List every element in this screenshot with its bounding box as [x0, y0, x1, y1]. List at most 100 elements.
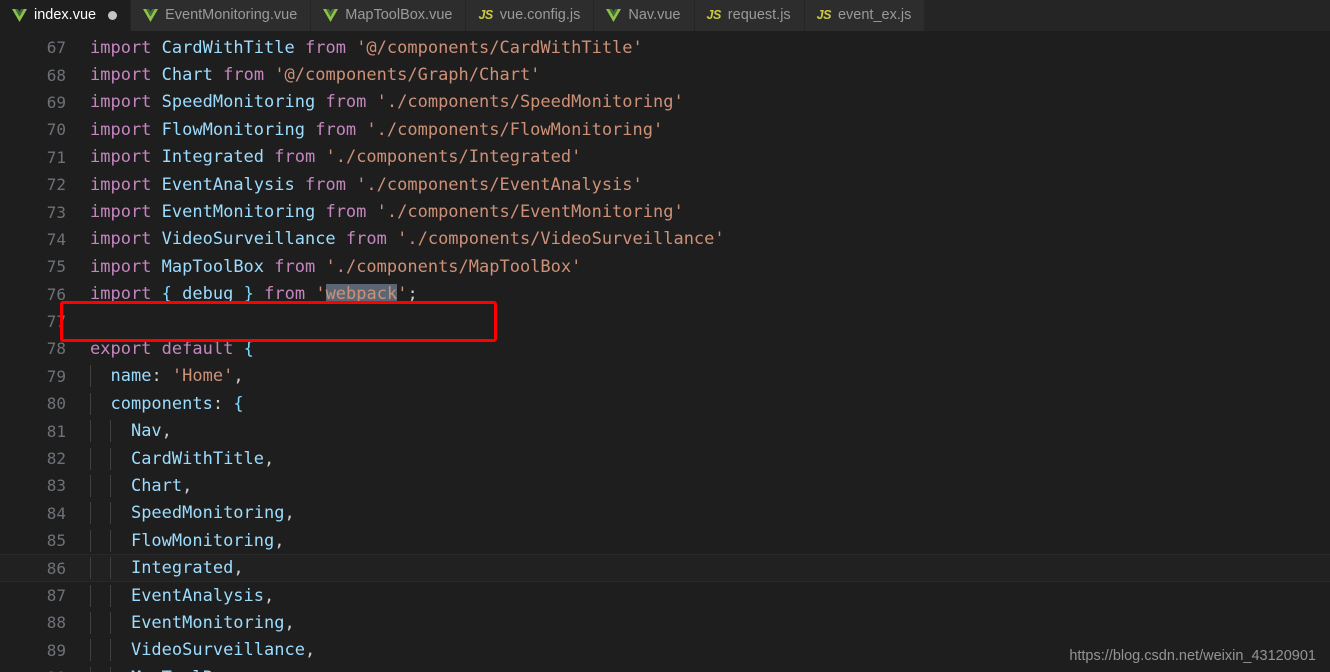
- vue-file-icon: [606, 9, 622, 22]
- code-line[interactable]: 71 import Integrated from './components/I…: [0, 144, 1330, 171]
- line-number: 72: [46, 175, 66, 195]
- indent-guide: [110, 584, 112, 607]
- code-editor-window: index.vue EventMonitoring.vue MapToolBox.v…: [0, 0, 1330, 672]
- indent-guide: [110, 611, 112, 634]
- code-line[interactable]: 84 SpeedMonitoring,: [0, 500, 1330, 527]
- editor-pane[interactable]: 67 import CardWithTitle from '@/component…: [0, 31, 1330, 672]
- line-number: 83: [46, 476, 66, 496]
- tab-eventmonitoring-vue[interactable]: EventMonitoring.vue: [131, 0, 312, 31]
- indent-guide: [110, 639, 112, 662]
- code-line[interactable]: 83 Chart,: [0, 472, 1330, 499]
- indent-guide: [90, 420, 91, 443]
- tab-label: vue.config.js: [499, 7, 581, 24]
- code-line-text: import Chart from '@/components/Graph/Ch…: [90, 65, 541, 86]
- line-number: 69: [46, 92, 66, 112]
- code-line-text: export default {: [90, 338, 254, 359]
- line-number: 75: [46, 257, 66, 277]
- indent-guide: [110, 502, 112, 525]
- code-line[interactable]: 79 name: 'Home',: [0, 363, 1330, 390]
- watermark-text: https://blog.csdn.net/weixin_43120901: [1069, 648, 1316, 664]
- indent-guide: [90, 639, 91, 662]
- code-line-text: Chart,: [80, 474, 1330, 497]
- code-line-text: import SpeedMonitoring from './component…: [90, 92, 684, 113]
- code-line-text: EventMonitoring,: [80, 611, 1330, 634]
- js-file-icon: JS: [478, 8, 493, 23]
- code-line[interactable]: 77: [0, 308, 1330, 335]
- code-line-text: Nav,: [80, 420, 1330, 443]
- code-line-text: EventAnalysis,: [80, 584, 1330, 607]
- code-line-text: CardWithTitle,: [80, 447, 1330, 470]
- indent-guide: [90, 392, 91, 415]
- indent-guide: [90, 557, 91, 580]
- line-number: 68: [46, 65, 66, 85]
- line-number: 88: [46, 613, 66, 633]
- tab-request-js[interactable]: JS request.js: [694, 0, 805, 31]
- code-line[interactable]: 67 import CardWithTitle from '@/component…: [0, 34, 1330, 61]
- code-line[interactable]: 78 export default {: [0, 335, 1330, 362]
- line-number: 85: [46, 531, 66, 551]
- code-line-text: SpeedMonitoring,: [80, 502, 1330, 525]
- indent-guide: [90, 584, 91, 607]
- line-number: 86: [46, 558, 66, 578]
- tab-maptoolbox-vue[interactable]: MapToolBox.vue: [311, 0, 467, 31]
- indent-guide: [90, 447, 91, 470]
- code-line-text: import VideoSurveillance from './compone…: [90, 229, 725, 250]
- line-number: 78: [46, 339, 66, 359]
- code-line[interactable]: 73 import EventMonitoring from './compone…: [0, 198, 1330, 225]
- code-line-text: import MapToolBox from './components/Map…: [90, 256, 582, 277]
- code-line[interactable]: 81 Nav,: [0, 417, 1330, 444]
- code-line-text: FlowMonitoring,: [80, 529, 1330, 552]
- code-line[interactable]: 82 CardWithTitle,: [0, 445, 1330, 472]
- indent-guide: [110, 420, 112, 443]
- tab-label: event_ex.js: [837, 7, 912, 24]
- code-line-text: import { debug } from 'webpack';: [90, 284, 418, 305]
- code-line[interactable]: 85 FlowMonitoring,: [0, 527, 1330, 554]
- code-line-text: import FlowMonitoring from './components…: [90, 119, 664, 140]
- indent-guide: [110, 529, 112, 552]
- line-number: 70: [46, 120, 66, 140]
- code-line[interactable]: 75 import MapToolBox from './components/M…: [0, 253, 1330, 280]
- tab-label: Nav.vue: [628, 7, 681, 24]
- indent-guide: [110, 447, 112, 470]
- line-number: 79: [46, 366, 66, 386]
- editor-tab-bar: index.vue EventMonitoring.vue MapToolBox.v…: [0, 0, 1330, 31]
- code-line[interactable]: 74 import VideoSurveillance from './compo…: [0, 226, 1330, 253]
- indent-guide: [90, 611, 91, 634]
- code-lines-container: 67 import CardWithTitle from '@/component…: [0, 31, 1330, 672]
- tab-label: EventMonitoring.vue: [165, 7, 298, 24]
- line-number: 90: [0, 668, 80, 672]
- vue-file-icon: [323, 9, 339, 22]
- tab-label: request.js: [727, 7, 791, 24]
- tab-vue-config-js[interactable]: JS vue.config.js: [466, 0, 595, 31]
- tab-bar-empty-space: [925, 0, 1330, 31]
- tab-nav-vue[interactable]: Nav.vue: [594, 0, 695, 31]
- code-line-text: components: {: [80, 392, 1330, 415]
- code-line[interactable]: 68 import Chart from '@/components/Graph/…: [0, 61, 1330, 88]
- line-number: 80: [46, 394, 66, 414]
- js-file-icon: JS: [816, 8, 832, 23]
- code-line-text: import Integrated from './components/Int…: [90, 147, 582, 168]
- code-line[interactable]: 70 import FlowMonitoring from './componen…: [0, 116, 1330, 143]
- indent-guide: [90, 502, 91, 525]
- line-number: 73: [46, 202, 66, 222]
- code-line-text: import EventMonitoring from './component…: [90, 202, 684, 223]
- code-line[interactable]: 69 import SpeedMonitoring from './compone…: [0, 89, 1330, 116]
- line-number: 82: [46, 449, 66, 469]
- line-number: 89: [46, 640, 66, 660]
- code-line[interactable]: 86 Integrated,: [0, 554, 1330, 582]
- code-line[interactable]: 87 EventAnalysis,: [0, 582, 1330, 609]
- code-line[interactable]: 88 EventMonitoring,: [0, 609, 1330, 636]
- code-line[interactable]: 76 import { debug } from 'webpack';: [0, 281, 1330, 308]
- line-number: 67: [46, 38, 66, 58]
- tab-index-vue[interactable]: index.vue: [0, 0, 132, 31]
- vue-file-icon: [12, 9, 27, 22]
- code-line[interactable]: 80 components: {: [0, 390, 1330, 417]
- indent-guide: [90, 529, 91, 552]
- tab-modified-indicator[interactable]: [108, 11, 118, 20]
- code-line-text: name: 'Home',: [80, 365, 1330, 388]
- code-line[interactable]: 72 import EventAnalysis from './component…: [0, 171, 1330, 198]
- tab-event-ex-js[interactable]: JS event_ex.js: [804, 0, 926, 31]
- tab-label: index.vue: [34, 7, 97, 24]
- code-line[interactable]: 90 MapToolBox,: [0, 664, 1330, 672]
- tab-label: MapToolBox.vue: [345, 7, 453, 24]
